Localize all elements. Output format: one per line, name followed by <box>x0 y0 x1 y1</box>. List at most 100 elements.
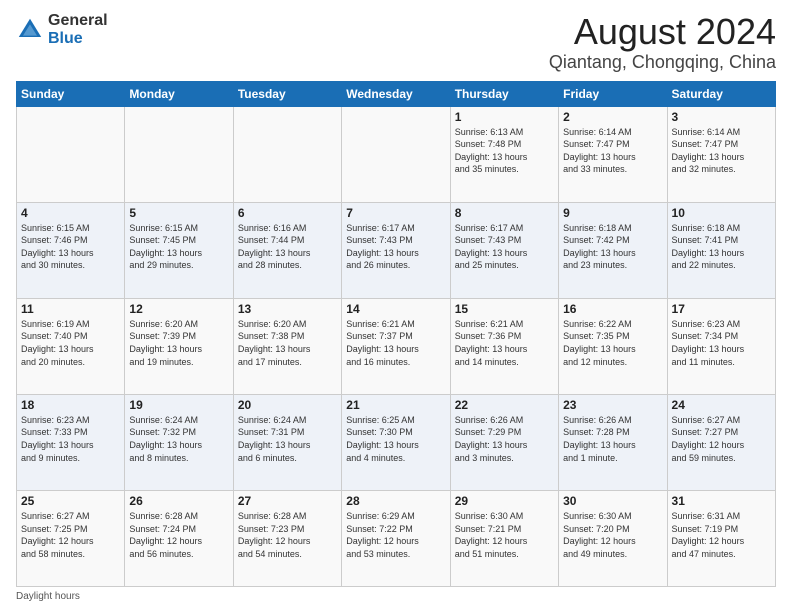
header-day-friday: Friday <box>559 81 667 106</box>
calendar-cell: 30Sunrise: 6:30 AM Sunset: 7:20 PM Dayli… <box>559 490 667 586</box>
day-info: Sunrise: 6:21 AM Sunset: 7:37 PM Dayligh… <box>346 318 445 368</box>
calendar-cell: 14 Sunrise: 6:21 AM Sunset: 7:37 PM Dayli… <box>342 298 450 394</box>
day-info: Sunrise: 6:26 AM Sunset: 7:29 PM Dayligh… <box>455 414 554 464</box>
calendar-cell: 9Sunrise: 6:18 AM Sunset: 7:42 PM Daylig… <box>559 202 667 298</box>
title-block: August 2024 Qiantang, Chongqing, China <box>549 12 776 73</box>
day-number: 6 <box>238 206 337 220</box>
calendar-cell: 2 Sunrise: 6:14 AM Sunset: 7:47 PM Daylig… <box>559 106 667 202</box>
calendar-cell: 10Sunrise: 6:18 AM Sunset: 7:41 PM Dayli… <box>667 202 775 298</box>
calendar-cell: 29Sunrise: 6:30 AM Sunset: 7:21 PM Dayli… <box>450 490 558 586</box>
day-number: 24 <box>672 398 771 412</box>
calendar-cell: 23 Sunrise: 6:26 AM Sunset: 7:28 PM Dayli… <box>559 394 667 490</box>
calendar-cell <box>342 106 450 202</box>
day-info: Sunrise: 6:27 AM Sunset: 7:27 PM Dayligh… <box>672 414 771 464</box>
page: General Blue August 2024 Qiantang, Chong… <box>0 0 792 612</box>
day-info: Sunrise: 6:14 AM Sunset: 7:47 PM Dayligh… <box>672 126 771 176</box>
calendar-cell: 15Sunrise: 6:21 AM Sunset: 7:36 PM Dayli… <box>450 298 558 394</box>
day-number: 29 <box>455 494 554 508</box>
calendar-table: SundayMondayTuesdayWednesdayThursdayFrid… <box>16 81 776 587</box>
day-info: Sunrise: 6:16 AM Sunset: 7:44 PM Dayligh… <box>238 222 337 272</box>
calendar-cell: 5 Sunrise: 6:15 AM Sunset: 7:45 PM Daylig… <box>125 202 233 298</box>
calendar-cell: 11 Sunrise: 6:19 AM Sunset: 7:40 PM Dayli… <box>17 298 125 394</box>
day-number: 11 <box>21 302 120 316</box>
calendar-cell: 1 Sunrise: 6:13 AM Sunset: 7:48 PM Daylig… <box>450 106 558 202</box>
header-day-saturday: Saturday <box>667 81 775 106</box>
day-number: 26 <box>129 494 228 508</box>
day-number: 30 <box>563 494 662 508</box>
calendar-cell: 24 Sunrise: 6:27 AM Sunset: 7:27 PM Dayli… <box>667 394 775 490</box>
footer-label: Daylight hours <box>16 591 80 602</box>
header-day-tuesday: Tuesday <box>233 81 341 106</box>
logo-icon <box>16 16 44 44</box>
day-number: 15 <box>455 302 554 316</box>
day-number: 18 <box>21 398 120 412</box>
day-number: 22 <box>455 398 554 412</box>
day-info: Sunrise: 6:13 AM Sunset: 7:48 PM Dayligh… <box>455 126 554 176</box>
calendar-cell: 8Sunrise: 6:17 AM Sunset: 7:43 PM Daylig… <box>450 202 558 298</box>
calendar-cell <box>17 106 125 202</box>
calendar-cell: 21Sunrise: 6:25 AM Sunset: 7:30 PM Dayli… <box>342 394 450 490</box>
day-info: Sunrise: 6:31 AM Sunset: 7:19 PM Dayligh… <box>672 510 771 560</box>
logo-blue: Blue <box>48 30 108 48</box>
week-row-2: 4Sunrise: 6:15 AM Sunset: 7:46 PM Daylig… <box>17 202 776 298</box>
header-day-sunday: Sunday <box>17 81 125 106</box>
calendar-cell: 22 Sunrise: 6:26 AM Sunset: 7:29 PM Dayli… <box>450 394 558 490</box>
week-row-4: 18 Sunrise: 6:23 AM Sunset: 7:33 PM Dayli… <box>17 394 776 490</box>
day-number: 12 <box>129 302 228 316</box>
day-number: 2 <box>563 110 662 124</box>
main-title: August 2024 <box>549 12 776 52</box>
day-number: 5 <box>129 206 228 220</box>
calendar-cell: 27Sunrise: 6:28 AM Sunset: 7:23 PM Dayli… <box>233 490 341 586</box>
calendar-cell: 13 Sunrise: 6:20 AM Sunset: 7:38 PM Dayli… <box>233 298 341 394</box>
day-number: 25 <box>21 494 120 508</box>
logo-general: General <box>48 12 108 30</box>
day-number: 1 <box>455 110 554 124</box>
logo-text: General Blue <box>48 12 108 47</box>
day-number: 7 <box>346 206 445 220</box>
week-row-1: 1 Sunrise: 6:13 AM Sunset: 7:48 PM Daylig… <box>17 106 776 202</box>
week-row-5: 25 Sunrise: 6:27 AM Sunset: 7:25 PM Dayli… <box>17 490 776 586</box>
day-number: 28 <box>346 494 445 508</box>
calendar-cell <box>233 106 341 202</box>
day-info: Sunrise: 6:20 AM Sunset: 7:38 PM Dayligh… <box>238 318 337 368</box>
header: General Blue August 2024 Qiantang, Chong… <box>16 12 776 73</box>
calendar-cell: 7 Sunrise: 6:17 AM Sunset: 7:43 PM Daylig… <box>342 202 450 298</box>
subtitle: Qiantang, Chongqing, China <box>549 52 776 73</box>
day-number: 19 <box>129 398 228 412</box>
day-number: 27 <box>238 494 337 508</box>
day-info: Sunrise: 6:14 AM Sunset: 7:47 PM Dayligh… <box>563 126 662 176</box>
day-info: Sunrise: 6:24 AM Sunset: 7:31 PM Dayligh… <box>238 414 337 464</box>
calendar-cell: 20 Sunrise: 6:24 AM Sunset: 7:31 PM Dayli… <box>233 394 341 490</box>
day-info: Sunrise: 6:27 AM Sunset: 7:25 PM Dayligh… <box>21 510 120 560</box>
day-number: 21 <box>346 398 445 412</box>
calendar-cell: 16Sunrise: 6:22 AM Sunset: 7:35 PM Dayli… <box>559 298 667 394</box>
calendar-cell: 17Sunrise: 6:23 AM Sunset: 7:34 PM Dayli… <box>667 298 775 394</box>
day-number: 23 <box>563 398 662 412</box>
day-number: 14 <box>346 302 445 316</box>
day-info: Sunrise: 6:20 AM Sunset: 7:39 PM Dayligh… <box>129 318 228 368</box>
header-day-wednesday: Wednesday <box>342 81 450 106</box>
calendar-cell: 25 Sunrise: 6:27 AM Sunset: 7:25 PM Dayli… <box>17 490 125 586</box>
day-number: 3 <box>672 110 771 124</box>
day-number: 16 <box>563 302 662 316</box>
day-info: Sunrise: 6:26 AM Sunset: 7:28 PM Dayligh… <box>563 414 662 464</box>
day-number: 20 <box>238 398 337 412</box>
day-info: Sunrise: 6:19 AM Sunset: 7:40 PM Dayligh… <box>21 318 120 368</box>
day-number: 17 <box>672 302 771 316</box>
calendar-cell: 18 Sunrise: 6:23 AM Sunset: 7:33 PM Dayli… <box>17 394 125 490</box>
calendar-cell: 4Sunrise: 6:15 AM Sunset: 7:46 PM Daylig… <box>17 202 125 298</box>
day-info: Sunrise: 6:17 AM Sunset: 7:43 PM Dayligh… <box>455 222 554 272</box>
day-info: Sunrise: 6:23 AM Sunset: 7:33 PM Dayligh… <box>21 414 120 464</box>
calendar-cell: 26Sunrise: 6:28 AM Sunset: 7:24 PM Dayli… <box>125 490 233 586</box>
calendar-cell: 28Sunrise: 6:29 AM Sunset: 7:22 PM Dayli… <box>342 490 450 586</box>
day-info: Sunrise: 6:17 AM Sunset: 7:43 PM Dayligh… <box>346 222 445 272</box>
day-number: 4 <box>21 206 120 220</box>
calendar-cell <box>125 106 233 202</box>
footer: Daylight hours <box>16 591 776 602</box>
calendar-cell: 19Sunrise: 6:24 AM Sunset: 7:32 PM Dayli… <box>125 394 233 490</box>
calendar-cell: 12 Sunrise: 6:20 AM Sunset: 7:39 PM Dayli… <box>125 298 233 394</box>
day-number: 13 <box>238 302 337 316</box>
day-info: Sunrise: 6:15 AM Sunset: 7:45 PM Dayligh… <box>129 222 228 272</box>
day-number: 31 <box>672 494 771 508</box>
day-number: 10 <box>672 206 771 220</box>
